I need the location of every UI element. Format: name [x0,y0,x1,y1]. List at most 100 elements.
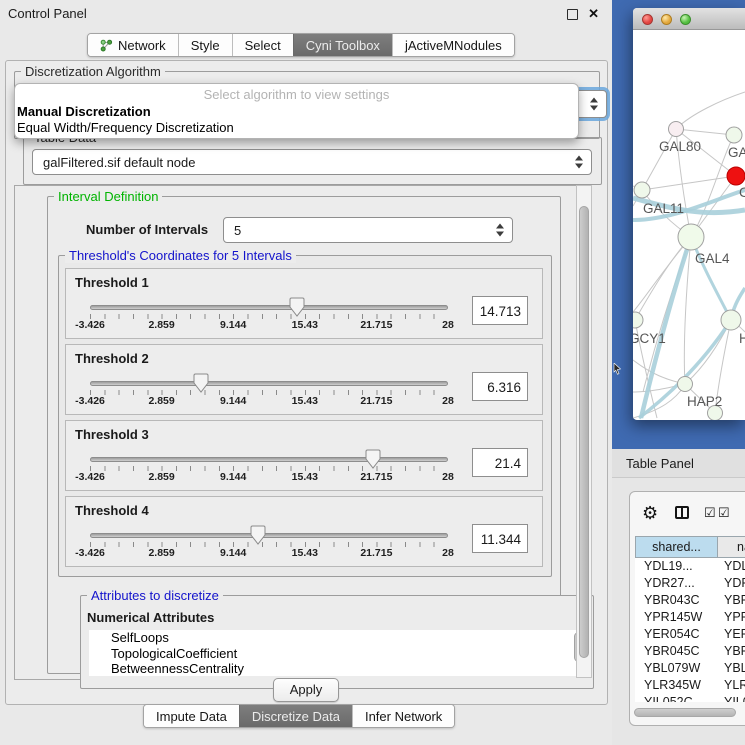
close-traffic-light-icon[interactable] [642,14,653,25]
network-node-c[interactable] [727,167,745,185]
cell-name[interactable]: YER0 [718,626,745,643]
tab-infer-network[interactable]: Infer Network [352,705,454,727]
minimize-traffic-light-icon[interactable] [661,14,672,25]
algorithm-option-manual-discretization[interactable]: Manual Discretization [15,104,578,120]
table-row[interactable]: YBR045C YBR0 [635,643,745,660]
table-panel-body: ⚙ ☑ ☑ shared... na YDL19... YDL1 YDR27..… [612,478,745,745]
interval-definition-group: Interval Definition Number of Intervals … [47,196,561,674]
table-data-combobox[interactable]: galFiltered.sif default node [32,149,592,175]
threshold-panel: Threshold 4 -3.4262.8599.14415.4321.7152… [65,496,543,567]
cell-shared-name[interactable]: YPR145W [635,609,718,626]
network-node-gcy1[interactable] [633,312,643,328]
attribute-item-betweennesscentrality[interactable]: BetweennessCentrality [89,661,585,676]
slider-thumb[interactable] [193,373,209,393]
attribute-item-selfloops[interactable]: SelfLoops [89,630,585,646]
threshold-label: Threshold 3 [75,427,149,442]
column-header-name[interactable]: na [718,536,745,558]
group-title-thresholds: Threshold's Coordinates for 5 Intervals [65,248,296,263]
network-window-titlebar[interactable] [633,8,745,30]
tab-network[interactable]: Network [88,34,178,56]
number-of-intervals-combobox[interactable]: 5 [223,217,513,243]
threshold-slider[interactable]: -3.4262.8599.14415.4321.71528 [90,305,448,335]
column-header-shared-name[interactable]: shared... [635,536,718,558]
control-panel-titlebar: Control Panel ✕ [0,0,612,28]
cell-shared-name[interactable]: YIL052C [635,694,718,702]
float-window-icon[interactable] [567,9,578,20]
zoom-traffic-light-icon[interactable] [680,14,691,25]
settings-scrollbar[interactable] [576,185,592,678]
cell-shared-name[interactable]: YDL19... [635,558,718,575]
apply-button[interactable]: Apply [273,678,339,702]
cell-shared-name[interactable]: YDR27... [635,575,718,592]
slider-track[interactable] [90,381,448,386]
checkbox-icon[interactable]: ☑ [718,492,730,534]
threshold-panel: Threshold 2 -3.4262.8599.14415.4321.7152… [65,344,543,415]
cell-name[interactable]: YBR0 [718,643,745,660]
tab-jactivemnodules[interactable]: jActiveMNodules [392,34,514,56]
cell-shared-name[interactable]: YBR043C [635,592,718,609]
table-row[interactable]: YER054C YER0 [635,626,745,643]
table-row[interactable]: YDL19... YDL1 [635,558,745,575]
checkbox-icon[interactable]: ☑ [704,492,716,534]
table-row[interactable]: YLR345W YLR3 [635,677,745,694]
threshold-value-field[interactable]: 14.713 [472,296,528,325]
slider-track[interactable] [90,533,448,538]
tab-cyni-toolbox[interactable]: Cyni Toolbox [293,34,392,56]
network-node-gal4[interactable] [678,224,704,250]
numerical-attributes-list[interactable]: SelfLoopsTopologicalCoefficientBetweenne… [89,630,585,676]
table-row[interactable]: YPR145W YPR1 [635,609,745,626]
network-canvas[interactable]: GAL80GACGAL11GAL4GCY1HHAP2 [633,30,745,420]
slider-track[interactable] [90,457,448,462]
tab-label: Cyni Toolbox [306,38,380,53]
cell-shared-name[interactable]: YER054C [635,626,718,643]
tick-label: 28 [442,547,454,559]
table-row[interactable]: YBR043C YBR0 [635,592,745,609]
table-row[interactable]: YDR27... YDR2 [635,575,745,592]
threshold-slider[interactable]: -3.4262.8599.14415.4321.71528 [90,457,448,487]
slider-track[interactable] [90,305,448,310]
slider-thumb[interactable] [289,297,305,317]
network-node-hap2[interactable] [678,377,693,392]
tab-label: Select [245,38,281,53]
cell-name[interactable]: YDL1 [718,558,745,575]
tab-select[interactable]: Select [232,34,293,56]
tick-label: 15.43 [292,395,318,407]
attribute-item-topologicalcoefficient[interactable]: TopologicalCoefficient [89,646,585,662]
tab-label: jActiveMNodules [405,38,502,53]
network-node-gal11[interactable] [634,182,650,198]
slider-thumb[interactable] [365,449,381,469]
tab-discretize-data[interactable]: Discretize Data [239,705,352,727]
network-node-ga[interactable] [726,127,742,143]
network-view-window[interactable]: GAL80GACGAL11GAL4GCY1HHAP2 [633,8,745,420]
algorithm-option-equal-width-frequency-discretization[interactable]: Equal Width/Frequency Discretization [15,120,578,136]
tab-impute-data[interactable]: Impute Data [144,705,239,727]
cell-name[interactable]: YBL0 [718,660,745,677]
split-columns-icon[interactable] [675,506,689,519]
cell-name[interactable]: YDR2 [718,575,745,592]
cell-shared-name[interactable]: YBR045C [635,643,718,660]
tab-style[interactable]: Style [178,34,232,56]
cell-name[interactable]: YLR3 [718,677,745,694]
threshold-slider[interactable]: -3.4262.8599.14415.4321.71528 [90,381,448,411]
network-node-gal80[interactable] [669,122,684,137]
cell-name[interactable]: YBR0 [718,592,745,609]
threshold-value-field[interactable]: 21.4 [472,448,528,477]
threshold-label: Threshold 1 [75,275,149,290]
network-node-h[interactable] [721,310,741,330]
cell-shared-name[interactable]: YBL079W [635,660,718,677]
cell-name[interactable]: YIL0 [718,694,745,702]
cell-shared-name[interactable]: YLR345W [635,677,718,694]
tick-label: 28 [442,395,454,407]
threshold-value-field[interactable]: 11.344 [472,524,528,553]
table-row[interactable]: YIL052C YIL0 [635,694,745,702]
settings-gear-icon[interactable]: ⚙ [642,492,658,534]
close-icon[interactable]: ✕ [588,0,599,28]
cell-name[interactable]: YPR1 [718,609,745,626]
panel-title: Control Panel [8,0,87,28]
slider-thumb[interactable] [250,525,266,545]
threshold-slider[interactable]: -3.4262.8599.14415.4321.71528 [90,533,448,563]
table-row[interactable]: YBL079W YBL0 [635,660,745,677]
settings-scrollbar-thumb[interactable] [579,206,589,658]
threshold-value-field[interactable]: 6.316 [472,372,528,401]
table-horizontal-scrollbar[interactable] [634,708,736,717]
